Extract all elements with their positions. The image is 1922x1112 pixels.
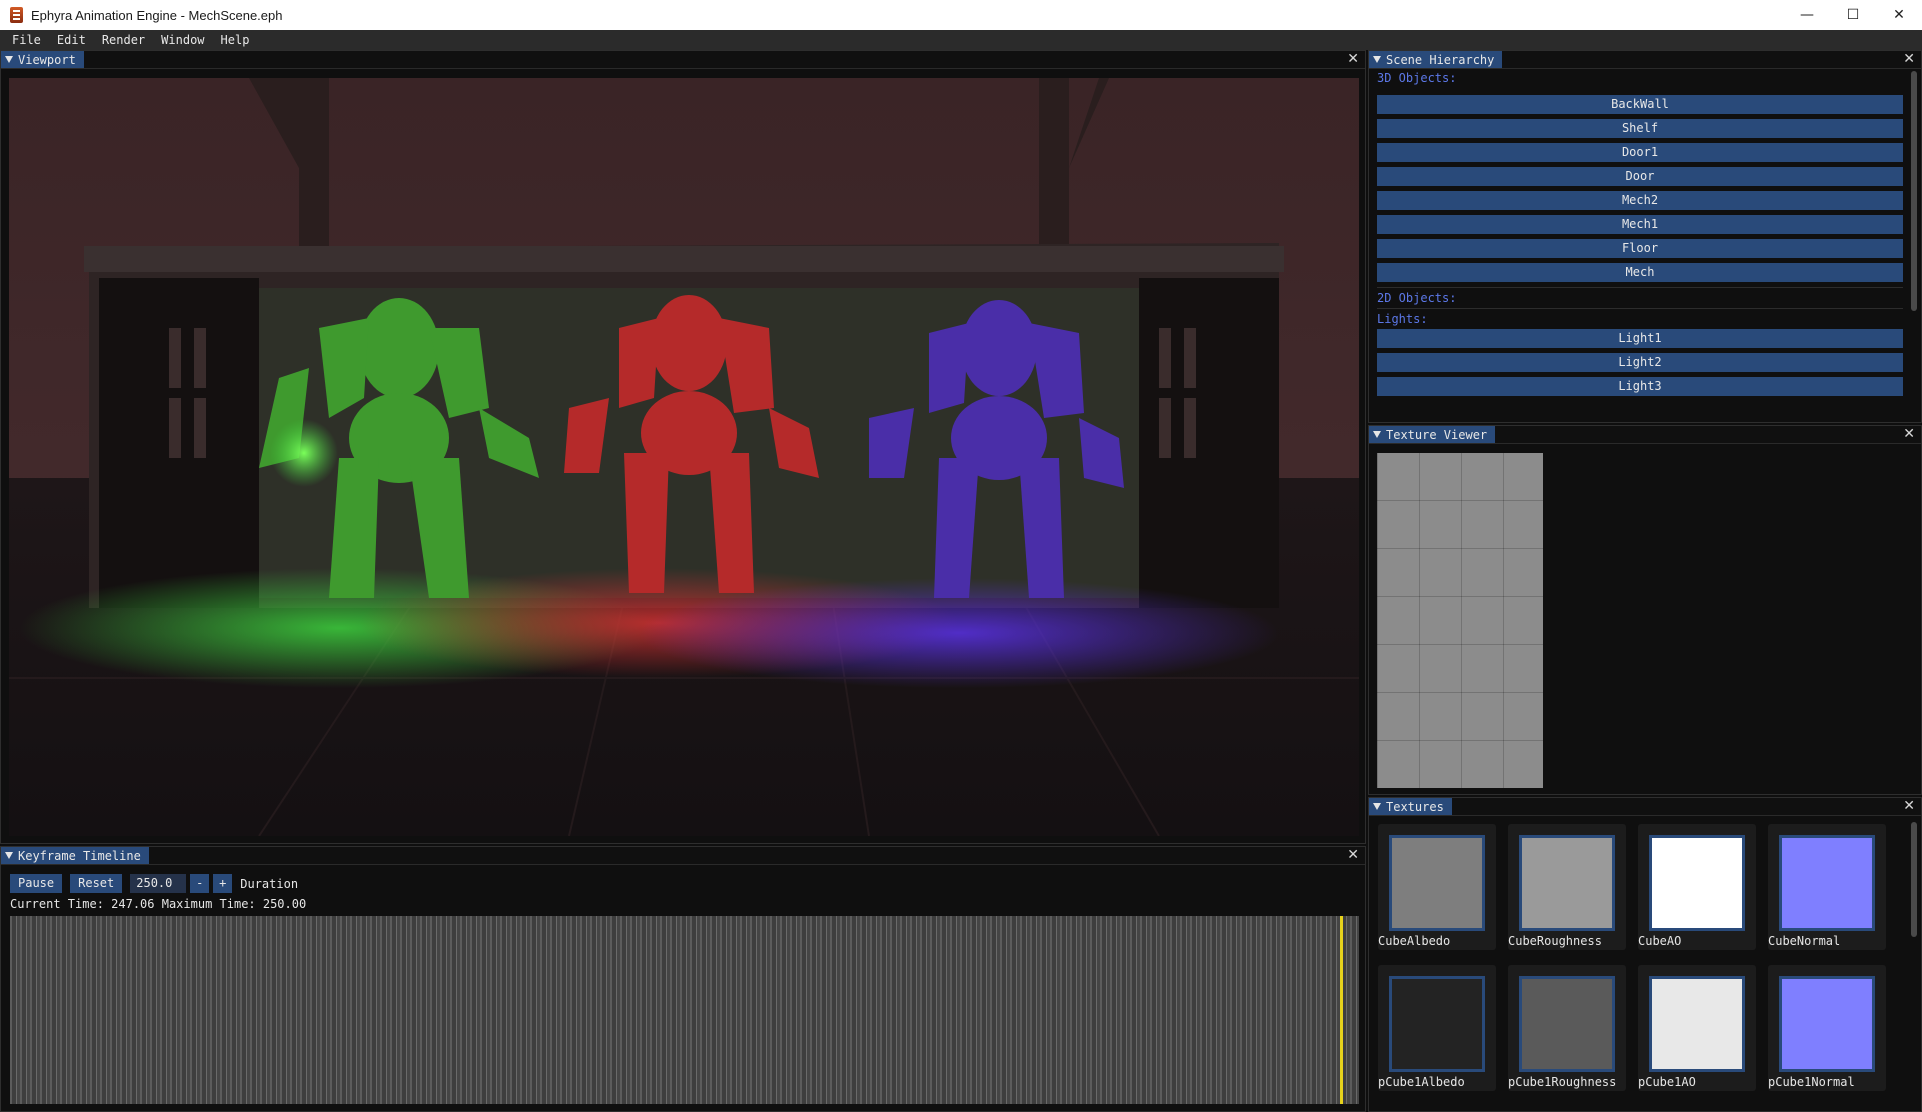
texture-thumbnail[interactable] [1649,976,1745,1072]
collapse-triangle-icon[interactable] [5,56,13,63]
texture-tile[interactable]: CubeRoughness [1508,824,1626,950]
timeline-panel: Keyframe Timeline ✕ Pause Reset 250.0 - … [0,846,1366,1112]
close-icon[interactable]: ✕ [1347,51,1359,68]
hierarchy-item-light3[interactable]: Light3 [1377,377,1903,396]
texture-preview-image [1377,453,1543,788]
title-bar: Ephyra Animation Engine - MechScene.eph … [0,0,1922,30]
viewport-render[interactable] [9,78,1359,836]
collapse-triangle-icon[interactable] [5,852,13,859]
hierarchy-item-floor[interactable]: Floor [1377,239,1903,258]
textures-scrollbar[interactable] [1911,822,1917,937]
texture-name: pCube1Normal [1768,1075,1855,1089]
menu-edit[interactable]: Edit [49,33,94,47]
timeline-tab[interactable]: Keyframe Timeline [1,847,149,864]
increment-button[interactable]: + [213,874,233,893]
duration-label: Duration [240,876,299,891]
menu-window[interactable]: Window [153,33,212,47]
keyframe-track[interactable] [10,916,1359,1104]
time-status: Current Time: 247.06 Maximum Time: 250.0… [10,897,307,911]
texture-viewer-panel: Texture Viewer ✕ [1368,425,1922,795]
panel-header: Scene Hierarchy ✕ [1369,51,1921,69]
decrement-button[interactable]: - [190,874,210,893]
panel-header: Texture Viewer ✕ [1369,426,1921,444]
texture-viewer-tab[interactable]: Texture Viewer [1369,426,1496,443]
close-window-button[interactable]: ✕ [1876,0,1922,30]
hierarchy-item-door[interactable]: Door [1377,167,1903,186]
hierarchy-item-mech[interactable]: Mech [1377,263,1903,282]
close-icon[interactable]: ✕ [1903,426,1915,443]
hierarchy-scrollbar[interactable] [1911,71,1917,311]
texture-tile[interactable]: pCube1Normal [1768,965,1886,1091]
texture-tile[interactable]: CubeAO [1638,824,1756,950]
menu-file[interactable]: File [0,33,49,47]
duration-input[interactable]: 250.0 [130,874,187,893]
objects-2d-label: 2D Objects: [1377,291,1457,305]
textures-panel: Textures ✕ CubeAlbedo CubeRoughness Cube… [1368,797,1922,1112]
texture-thumbnail[interactable] [1389,835,1485,931]
panel-header: Textures ✕ [1369,798,1921,816]
texture-tile[interactable]: pCube1Albedo [1378,965,1496,1091]
playhead-cursor[interactable] [1340,916,1343,1104]
timeline-title: Keyframe Timeline [18,848,141,863]
textures-tab[interactable]: Textures [1369,798,1452,815]
hierarchy-item-backwall[interactable]: BackWall [1377,95,1903,114]
scene-hierarchy-tab[interactable]: Scene Hierarchy [1369,51,1503,68]
minimize-button[interactable]: — [1784,0,1830,30]
collapse-triangle-icon[interactable] [1373,803,1381,810]
maximize-button[interactable]: ☐ [1830,0,1876,30]
texture-name: pCube1AO [1638,1075,1696,1089]
texture-thumbnail[interactable] [1519,835,1615,931]
texture-name: CubeAO [1638,934,1682,948]
hierarchy-item-light2[interactable]: Light2 [1377,353,1903,372]
scene-render-image [9,78,1359,836]
timeline-controls: Pause Reset 250.0 - + Duration [10,874,298,893]
texture-name: pCube1Roughness [1508,1075,1617,1089]
menu-render[interactable]: Render [94,33,153,47]
close-icon[interactable]: ✕ [1903,798,1915,815]
divider [1377,308,1903,309]
texture-tile[interactable]: pCube1AO [1638,965,1756,1091]
close-icon[interactable]: ✕ [1347,847,1359,864]
close-icon[interactable]: ✕ [1903,51,1915,68]
hierarchy-item-mech2[interactable]: Mech2 [1377,191,1903,210]
textures-title: Textures [1386,799,1444,814]
panel-header: Viewport ✕ [1,51,1365,69]
window-title: Ephyra Animation Engine - MechScene.eph [31,7,283,23]
scene-hierarchy-title: Scene Hierarchy [1386,52,1495,67]
texture-name: CubeNormal [1768,934,1841,948]
window-controls: — ☐ ✕ [1784,0,1922,30]
viewport-tab[interactable]: Viewport [1,51,84,68]
app-logo-icon [10,7,23,23]
texture-viewer-title: Texture Viewer [1386,427,1488,442]
menu-bar: File Edit Render Window Help [0,30,1922,50]
texture-thumbnail[interactable] [1779,835,1875,931]
texture-thumbnail[interactable] [1649,835,1745,931]
menu-help[interactable]: Help [213,33,258,47]
texture-tile[interactable]: CubeAlbedo [1378,824,1496,950]
viewport-title: Viewport [18,52,76,67]
collapse-triangle-icon[interactable] [1373,431,1381,438]
texture-thumbnail[interactable] [1779,976,1875,1072]
hierarchy-item-shelf[interactable]: Shelf [1377,119,1903,138]
texture-name: CubeRoughness [1508,934,1602,948]
lights-label: Lights: [1377,312,1428,326]
reset-button[interactable]: Reset [70,874,123,893]
hierarchy-item-mech1[interactable]: Mech1 [1377,215,1903,234]
collapse-triangle-icon[interactable] [1373,56,1381,63]
divider [1377,287,1903,288]
texture-name: CubeAlbedo [1378,934,1451,948]
texture-name: pCube1Albedo [1378,1075,1465,1089]
texture-thumbnail[interactable] [1519,976,1615,1072]
scene-hierarchy-panel: Scene Hierarchy ✕ 3D Objects: BackWall S… [1368,50,1922,423]
texture-thumbnail[interactable] [1389,976,1485,1072]
objects-3d-label: 3D Objects: [1377,71,1457,85]
viewport-panel: Viewport ✕ [0,50,1366,844]
texture-tile[interactable]: CubeNormal [1768,824,1886,950]
hierarchy-item-light1[interactable]: Light1 [1377,329,1903,348]
pause-button[interactable]: Pause [10,874,63,893]
hierarchy-item-door1[interactable]: Door1 [1377,143,1903,162]
panel-header: Keyframe Timeline ✕ [1,847,1365,865]
texture-tile[interactable]: pCube1Roughness [1508,965,1626,1091]
